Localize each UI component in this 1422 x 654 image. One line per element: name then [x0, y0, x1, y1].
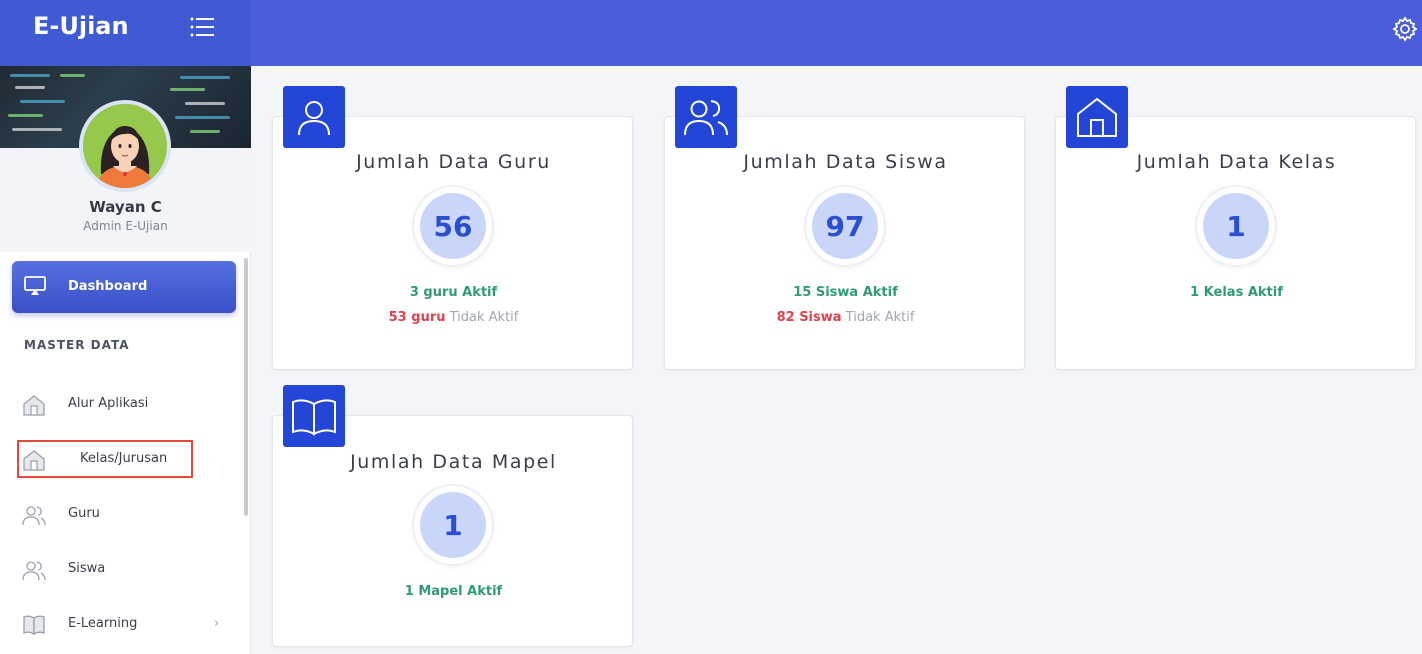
section-heading: MASTER DATA: [24, 338, 130, 352]
avatar[interactable]: [79, 100, 171, 192]
inactive-count: 82 Siswa Tidak Aktif: [665, 310, 1026, 325]
card-mapel: Jumlah Data Mapel 1 1 Mapel Aktif: [272, 415, 633, 647]
sidebar-scrollbar[interactable]: [244, 258, 248, 516]
card-badge-siswa: [675, 86, 737, 148]
inactive-label: Tidak Aktif: [445, 310, 519, 325]
card-title: Jumlah Data Kelas: [1136, 151, 1337, 173]
active-count: 1 Mapel Aktif: [404, 584, 503, 599]
sidebar-item-label: Siswa: [68, 561, 106, 576]
sidebar-item-guru[interactable]: Guru: [0, 494, 240, 534]
card-title: Jumlah Data Mapel: [350, 451, 557, 473]
users-icon: [684, 100, 728, 136]
top-bar: [251, 0, 1422, 66]
book-icon: [292, 399, 336, 436]
count-value: 56: [420, 193, 486, 259]
chevron-right-icon: ›: [214, 616, 220, 631]
selection-highlight: [17, 440, 193, 478]
card-badge-mapel: [283, 385, 345, 447]
count-value: 1: [420, 492, 486, 558]
card-title: Jumlah Data Guru: [356, 151, 551, 173]
count-circle: 1: [414, 486, 492, 564]
sidebar-item-dashboard[interactable]: Dashboard: [12, 261, 236, 313]
active-count: 1 Kelas Aktif: [1190, 285, 1283, 300]
user-name: Wayan C: [89, 198, 162, 216]
inactive-count: 53 guru Tidak Aktif: [273, 310, 634, 325]
count-circle: 97: [806, 187, 884, 265]
sidebar-item-alur-aplikasi[interactable]: Alur Aplikasi: [0, 384, 240, 424]
avatar-illustration: [83, 104, 167, 188]
card-kelas: Jumlah Data Kelas 1 1 Kelas Aktif: [1055, 116, 1416, 370]
users-icon: [22, 506, 46, 526]
card-badge-kelas: [1066, 86, 1128, 148]
inactive-label: Tidak Aktif: [841, 310, 915, 325]
card-guru: Jumlah Data Guru 56 3 guru Aktif 53 guru…: [272, 116, 633, 370]
book-icon: [23, 615, 45, 636]
monitor-icon: [24, 276, 46, 295]
gear-icon[interactable]: [1392, 16, 1418, 42]
sidebar: E-Ujian Wayan C Admin E-Ujian Dashboard …: [0, 0, 251, 654]
count-circle: 56: [414, 187, 492, 265]
card-title: Jumlah Data Siswa: [743, 151, 948, 173]
users-icon: [22, 561, 46, 581]
card-badge-guru: [283, 86, 345, 148]
brand-bar: E-Ujian: [0, 0, 251, 66]
sidebar-item-label: Dashboard: [68, 279, 148, 294]
count-value: 1: [1203, 193, 1269, 259]
menu-toggle-icon[interactable]: [190, 16, 216, 38]
user-icon: [298, 101, 330, 136]
user-role: Admin E-Ujian: [83, 219, 168, 233]
card-siswa: Jumlah Data Siswa 97 15 Siswa Aktif 82 S…: [664, 116, 1025, 370]
sidebar-item-siswa[interactable]: Siswa: [0, 549, 240, 589]
active-count: 15 Siswa Aktif: [793, 285, 898, 300]
sidebar-item-label: Alur Aplikasi: [68, 396, 149, 411]
inactive-number: 82 Siswa: [776, 310, 842, 325]
sidebar-item-label: Guru: [68, 506, 100, 521]
count-circle: 1: [1197, 187, 1275, 265]
sidebar-item-label: E-Learning: [68, 616, 138, 631]
sidebar-item-e-learning[interactable]: E-Learning ›: [0, 604, 240, 644]
app-title: E-Ujian: [33, 12, 129, 40]
count-value: 97: [812, 193, 878, 259]
inactive-number: 53 guru: [388, 310, 446, 325]
home-icon: [1077, 97, 1117, 137]
home-icon: [23, 395, 45, 416]
active-count: 3 guru Aktif: [409, 285, 498, 300]
